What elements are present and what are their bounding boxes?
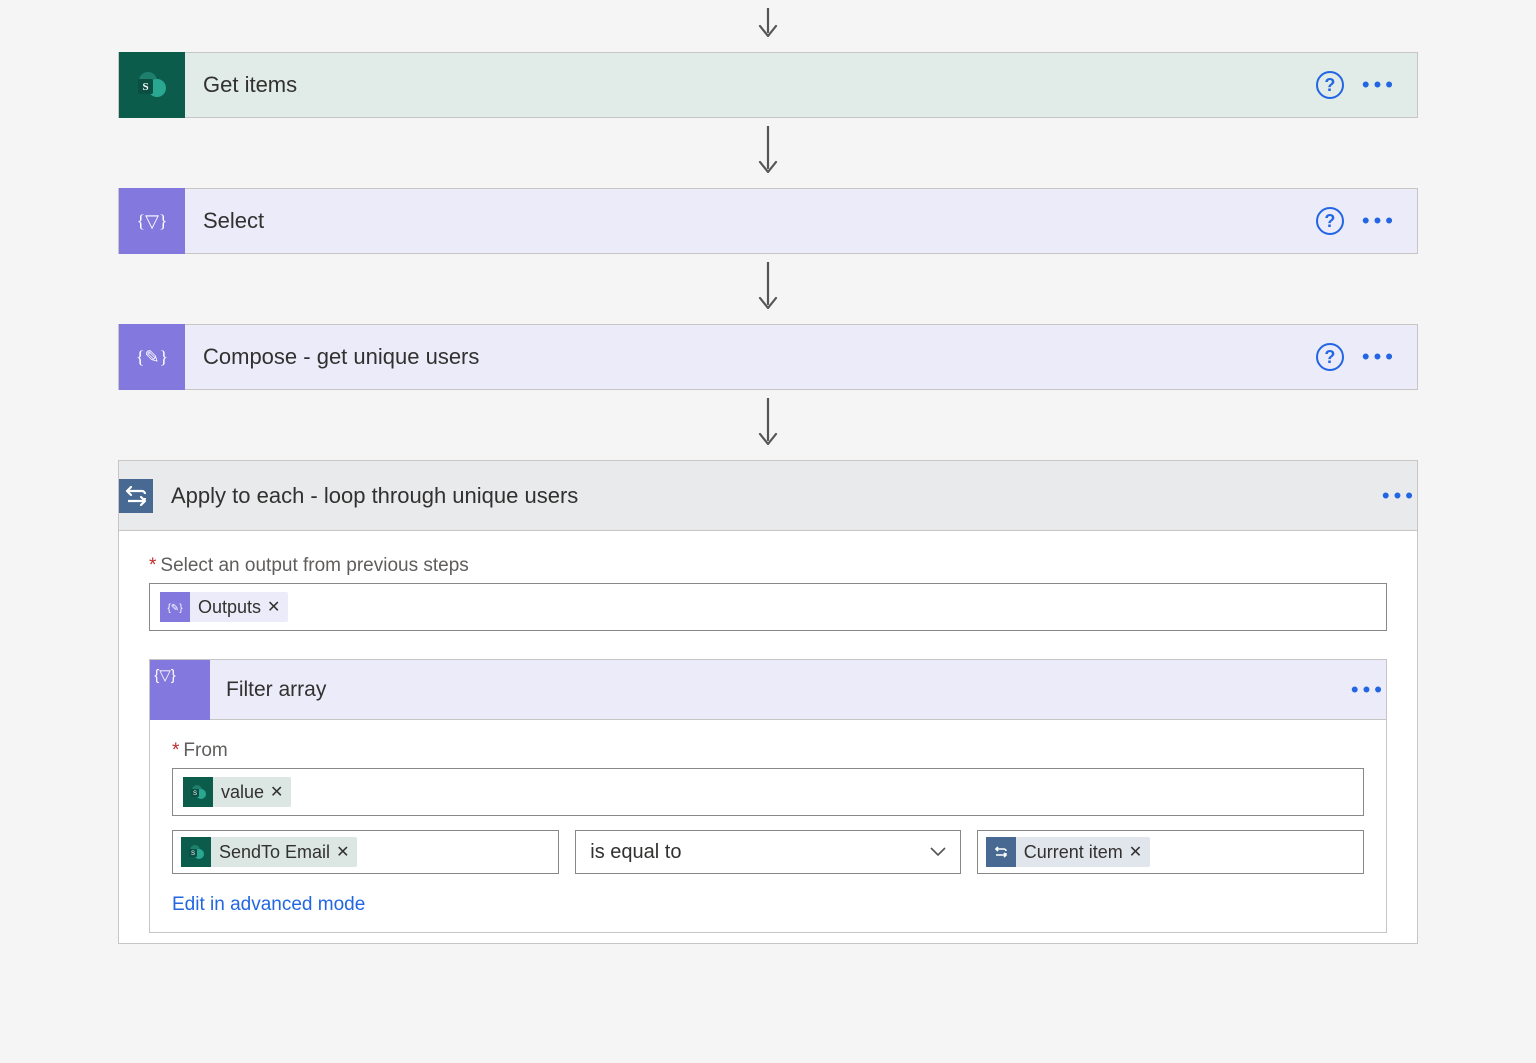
step-title: Get items	[185, 72, 1316, 98]
svg-text:{▽}: {▽}	[154, 667, 176, 684]
step-filter-array: {▽} Filter array ••• *From	[149, 659, 1387, 933]
step-apply-to-each: Apply to each - loop through unique user…	[118, 460, 1418, 944]
flow-arrow	[118, 390, 1418, 460]
more-icon[interactable]: •••	[1362, 346, 1397, 368]
svg-text:S: S	[191, 851, 195, 857]
condition-left-input[interactable]: S SendTo Email ✕	[172, 830, 559, 874]
token-remove-icon[interactable]: ✕	[1129, 842, 1142, 862]
flow-arrow	[118, 118, 1418, 188]
token-remove-icon[interactable]: ✕	[270, 782, 283, 802]
data-operation-filter-icon: {▽}	[150, 660, 210, 720]
step-title: Compose - get unique users	[185, 344, 1316, 370]
flow-arrow	[118, 0, 1418, 52]
step-title: Select	[185, 208, 1316, 234]
sharepoint-icon: S	[183, 777, 213, 807]
data-operation-compose-icon: {✎}	[160, 592, 190, 622]
edit-advanced-mode-link[interactable]: Edit in advanced mode	[172, 894, 365, 916]
help-icon[interactable]: ?	[1316, 71, 1344, 99]
step-title: Apply to each - loop through unique user…	[153, 483, 1382, 509]
token-sendto-email[interactable]: S SendTo Email ✕	[181, 837, 357, 867]
step-title: Filter array	[210, 678, 1351, 702]
step-select[interactable]: {▽} Select ? •••	[118, 188, 1418, 254]
token-label: Current item	[1024, 842, 1123, 863]
flow-arrow	[118, 254, 1418, 324]
condition-operator-select[interactable]: is equal to	[575, 830, 960, 874]
svg-text:{▽}: {▽}	[136, 211, 167, 231]
token-value[interactable]: S value ✕	[183, 777, 291, 807]
token-label: value	[221, 782, 264, 803]
more-icon[interactable]: •••	[1362, 210, 1397, 232]
help-icon[interactable]: ?	[1316, 207, 1344, 235]
token-outputs[interactable]: {✎} Outputs ✕	[160, 592, 288, 622]
sharepoint-icon: S	[181, 837, 211, 867]
field-label-select-output: *Select an output from previous steps	[149, 555, 1387, 577]
from-input[interactable]: S value ✕	[172, 768, 1364, 816]
more-icon[interactable]: •••	[1362, 74, 1397, 96]
chevron-down-icon	[930, 847, 946, 857]
loop-icon	[119, 479, 153, 513]
svg-text:{✎}: {✎}	[167, 603, 183, 614]
step-get-items[interactable]: S Get items ? •••	[118, 52, 1418, 118]
sharepoint-icon: S	[119, 52, 185, 118]
svg-text:{✎}: {✎}	[136, 347, 168, 367]
help-icon[interactable]: ?	[1316, 343, 1344, 371]
field-label-from: *From	[172, 740, 1364, 762]
data-operation-select-icon: {▽}	[119, 188, 185, 254]
token-remove-icon[interactable]: ✕	[336, 842, 349, 862]
more-icon[interactable]: •••	[1351, 679, 1386, 701]
select-output-input[interactable]: {✎} Outputs ✕	[149, 583, 1387, 631]
step-filter-array-header[interactable]: {▽} Filter array •••	[150, 660, 1386, 720]
step-compose[interactable]: {✎} Compose - get unique users ? •••	[118, 324, 1418, 390]
token-remove-icon[interactable]: ✕	[267, 597, 280, 617]
step-apply-to-each-header[interactable]: Apply to each - loop through unique user…	[119, 461, 1417, 531]
token-label: SendTo Email	[219, 842, 330, 863]
condition-right-input[interactable]: Current item ✕	[977, 830, 1364, 874]
operator-label: is equal to	[590, 841, 681, 864]
svg-text:S: S	[142, 81, 148, 93]
token-current-item[interactable]: Current item ✕	[986, 837, 1150, 867]
loop-icon	[986, 837, 1016, 867]
data-operation-compose-icon: {✎}	[119, 324, 185, 390]
more-icon[interactable]: •••	[1382, 485, 1417, 507]
token-label: Outputs	[198, 597, 261, 618]
filter-condition-row: S SendTo Email ✕ is equal to	[172, 830, 1364, 874]
svg-text:S: S	[193, 791, 197, 797]
